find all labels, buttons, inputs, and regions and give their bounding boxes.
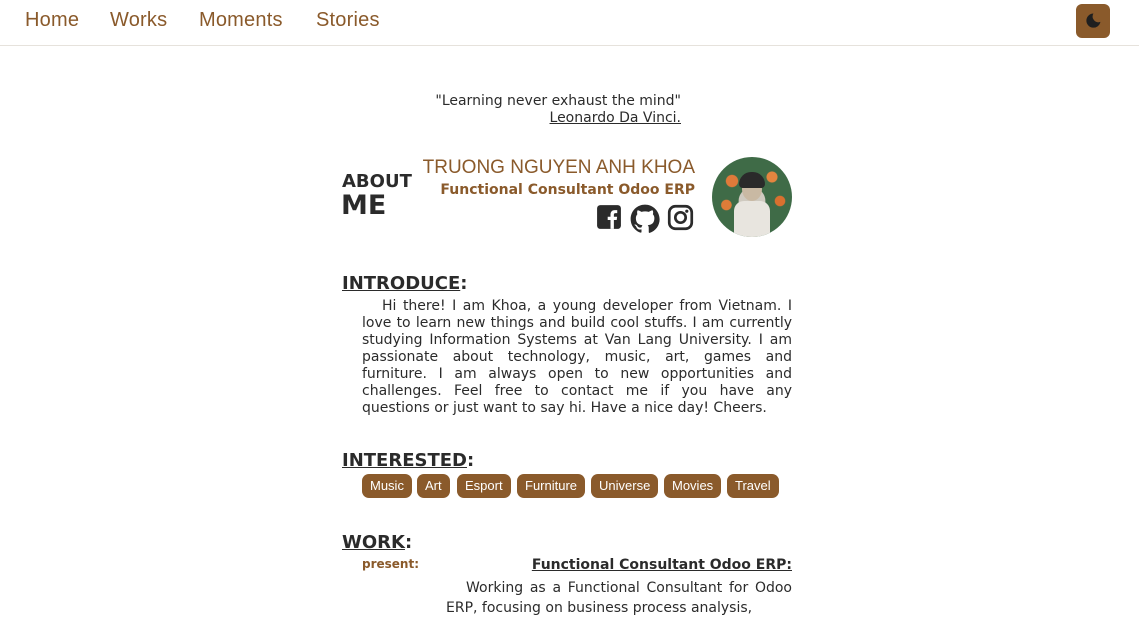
quote-block: "Learning never exhaust the mind" Leonar… — [340, 93, 681, 127]
avatar — [712, 157, 792, 237]
introduce-heading-text: INTRODUCE — [342, 273, 461, 294]
introduce-text: Hi there! I am Khoa, a young developer f… — [362, 298, 792, 416]
work-heading-text: WORK — [342, 532, 405, 553]
avatar-shirt — [734, 201, 770, 237]
nav-stories-link[interactable]: Stories — [316, 9, 380, 32]
quote-author-link[interactable]: Leonardo Da Vinci. — [340, 110, 681, 127]
tag-travel[interactable]: Travel — [727, 474, 779, 498]
work-heading: WORK: — [342, 532, 412, 553]
tag-furniture[interactable]: Furniture — [517, 474, 586, 498]
profile-name: TRUONG NGUYEN ANH KHOA — [422, 157, 695, 178]
nav-works-link[interactable]: Works — [110, 9, 167, 32]
quote-text: "Learning never exhaust the mind" — [435, 93, 681, 109]
tag-universe[interactable]: Universe — [591, 474, 659, 498]
theme-toggle-button[interactable] — [1076, 4, 1110, 38]
nav-moments-link[interactable]: Moments — [199, 9, 283, 32]
nav-home-link[interactable]: Home — [25, 9, 79, 32]
introduce-heading: INTRODUCE: — [342, 273, 467, 294]
about-heading-big: ME — [341, 190, 387, 221]
introduce-heading-colon: : — [460, 273, 468, 294]
github-icon[interactable] — [630, 204, 660, 238]
work-heading-colon: : — [404, 532, 413, 553]
top-nav: Home Works Moments Stories — [0, 0, 1139, 46]
moon-icon — [1086, 13, 1101, 28]
interested-heading-text: INTERESTED — [342, 450, 467, 471]
interested-heading: INTERESTED: — [342, 450, 474, 471]
tag-music[interactable]: Music — [362, 474, 412, 498]
tag-movies[interactable]: Movies — [664, 474, 722, 498]
interested-heading-colon: : — [466, 450, 475, 471]
facebook-icon[interactable] — [596, 204, 622, 234]
tag-art[interactable]: Art — [417, 474, 450, 498]
tag-esport[interactable]: Esport — [457, 474, 511, 498]
work-position: Functional Consultant Odoo ERP: — [531, 557, 792, 573]
work-description: Working as a Functional Consultant for O… — [446, 580, 792, 616]
social-links — [596, 204, 696, 234]
work-period: present: — [362, 557, 420, 571]
instagram-icon[interactable] — [667, 204, 694, 235]
profile-role: Functional Consultant Odoo ERP — [440, 182, 695, 198]
avatar-hair — [739, 172, 765, 188]
